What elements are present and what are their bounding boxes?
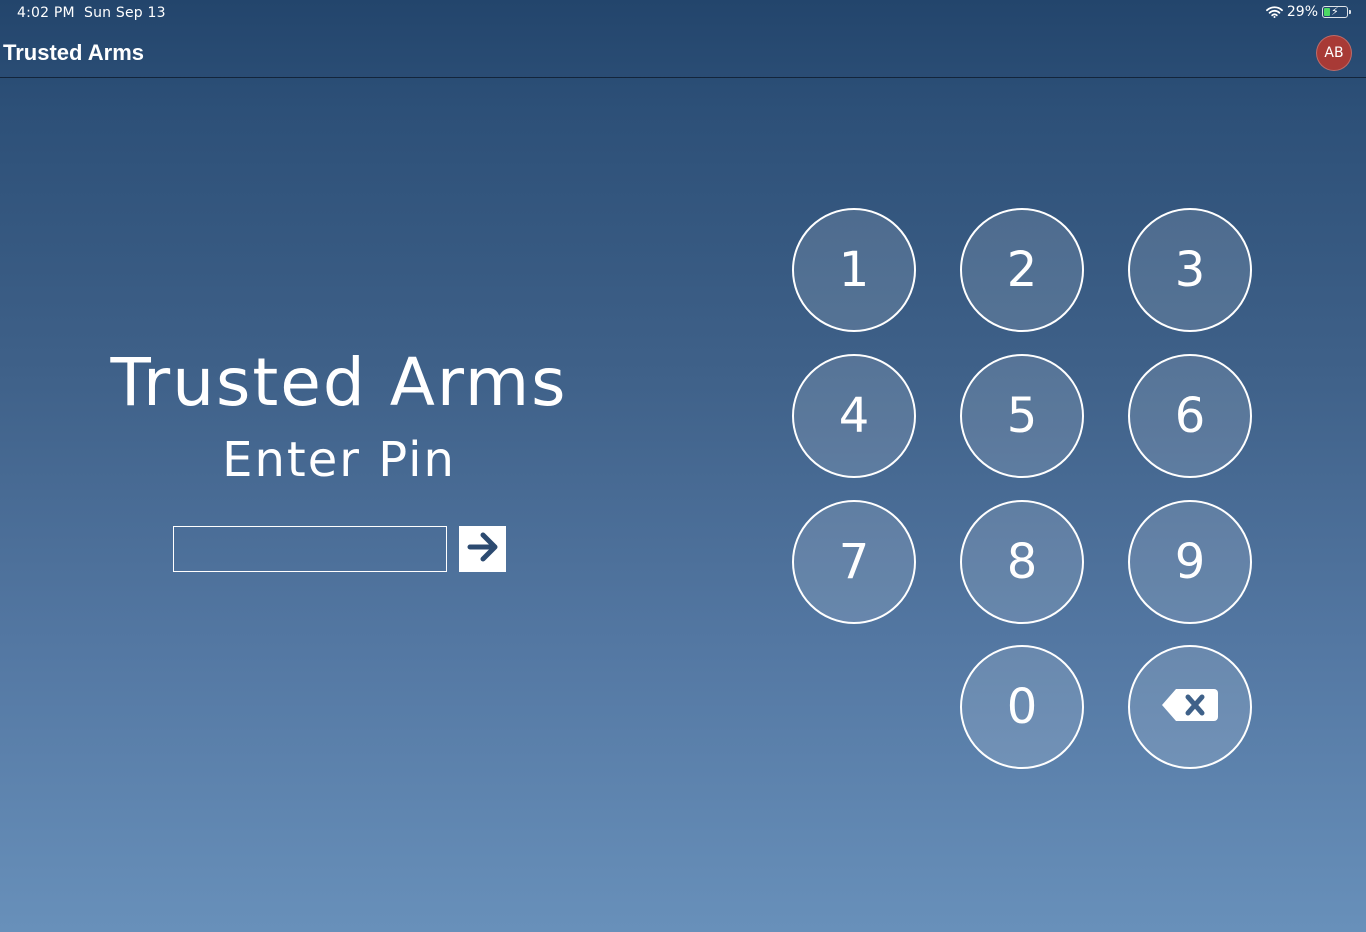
battery-charging-icon: ⚡	[1322, 5, 1351, 18]
arrow-right-icon	[466, 530, 500, 568]
key-9[interactable]: 9	[1128, 500, 1252, 624]
key-label: 6	[1174, 388, 1206, 444]
key-label: 7	[838, 534, 870, 590]
battery-level-fill	[1324, 8, 1330, 16]
navigation-bar: Trusted Arms AB	[0, 28, 1366, 78]
avatar[interactable]: AB	[1316, 35, 1352, 71]
battery-percent: 29%	[1286, 4, 1318, 20]
key-label: 5	[1006, 388, 1038, 444]
enter-pin-prompt: Enter Pin	[222, 432, 456, 488]
status-indicators: 29% ⚡	[1265, 4, 1351, 20]
key-label: 0	[1006, 679, 1038, 735]
backspace-icon	[1160, 683, 1220, 731]
key-3[interactable]: 3	[1128, 208, 1252, 332]
key-label: 1	[838, 242, 870, 298]
nav-title: Trusted Arms	[3, 40, 145, 65]
key-7[interactable]: 7	[792, 500, 916, 624]
battery-nub	[1349, 10, 1351, 14]
submit-button[interactable]	[459, 526, 506, 572]
key-6[interactable]: 6	[1128, 354, 1252, 478]
backspace-button[interactable]	[1128, 645, 1252, 769]
status-bar: 4:02 PM Sun Sep 13 29% ⚡	[0, 0, 1366, 28]
status-time: 4:02 PM	[17, 5, 75, 21]
status-date: Sun Sep 13	[84, 5, 166, 21]
key-2[interactable]: 2	[960, 208, 1084, 332]
key-5[interactable]: 5	[960, 354, 1084, 478]
key-0[interactable]: 0	[960, 645, 1084, 769]
wifi-icon	[1265, 6, 1283, 18]
key-label: 3	[1174, 242, 1206, 298]
avatar-initials: AB	[1324, 45, 1344, 61]
key-label: 9	[1174, 534, 1206, 590]
brand-title: Trusted Arms	[110, 344, 568, 421]
key-label: 2	[1006, 242, 1038, 298]
key-1[interactable]: 1	[792, 208, 916, 332]
bolt-icon: ⚡	[1331, 5, 1339, 18]
key-label: 4	[838, 388, 870, 444]
key-8[interactable]: 8	[960, 500, 1084, 624]
key-label: 8	[1006, 534, 1038, 590]
pin-input[interactable]	[173, 526, 447, 572]
key-4[interactable]: 4	[792, 354, 916, 478]
